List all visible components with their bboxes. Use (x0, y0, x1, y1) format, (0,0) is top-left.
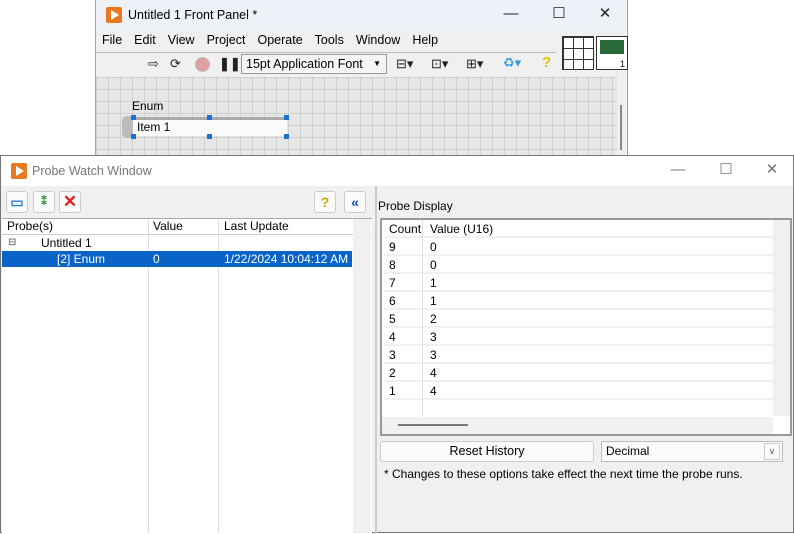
menu-file[interactable]: File (102, 33, 122, 47)
value-cell: 3 (430, 330, 437, 344)
maximize-button[interactable]: ☐ (544, 4, 574, 22)
connector-count: 1 (619, 59, 625, 69)
header-value: Value (U16) (430, 222, 494, 236)
count-cell: 4 (389, 330, 396, 344)
delete-probe-icon[interactable]: ✕ (59, 191, 81, 213)
minimize-button[interactable]: — (663, 161, 693, 178)
probe-watch-window: Probe Watch Window — ☐ ✕ ▭ ⁑ ✕ ? « Probe… (0, 155, 794, 534)
tree-scrollbar[interactable] (353, 219, 371, 533)
tree-row-selected[interactable]: [2] Enum 0 1/22/2024 10:04:12 AM (2, 251, 352, 267)
options-note: * Changes to these options take effect t… (384, 467, 743, 481)
title-bar: Probe Watch Window — ☐ ✕ (1, 156, 793, 186)
menu-window[interactable]: Window (356, 33, 400, 47)
header-count: Count (389, 222, 422, 236)
value-cell: 1 (430, 276, 437, 290)
value-cell: 0 (430, 240, 437, 254)
probe-last-update: 1/22/2024 10:04:12 AM (224, 252, 349, 266)
history-row: 14 (384, 382, 774, 400)
count-cell: 6 (389, 294, 396, 308)
count-cell: 3 (389, 348, 396, 362)
history-row: 24 (384, 364, 774, 382)
maximize-button[interactable]: ☐ (711, 160, 741, 178)
value-cell: 4 (430, 384, 437, 398)
font-select[interactable]: 15pt Application Font ▼ (241, 54, 387, 74)
count-cell: 7 (389, 276, 396, 290)
reset-history-label: Reset History (449, 444, 525, 458)
menu-view[interactable]: View (168, 33, 195, 47)
chevron-down-icon[interactable]: ∨ (764, 443, 780, 460)
collapse-panel-icon[interactable]: « (344, 191, 366, 213)
menu-tools[interactable]: Tools (315, 33, 344, 47)
menu-operate[interactable]: Operate (257, 33, 302, 47)
history-row: 52 (384, 310, 774, 328)
help-icon[interactable]: ? (542, 54, 551, 71)
format-value: Decimal (606, 444, 650, 458)
front-panel-window: Untitled 1 Front Panel * — ☐ ✕ File Edit V… (95, 0, 628, 156)
tree-row[interactable]: ⊟ Untitled 1 (2, 235, 352, 251)
horizontal-scrollbar[interactable] (382, 417, 773, 434)
history-row: 43 (384, 328, 774, 346)
open-probe-icon[interactable]: ⁑ (33, 191, 55, 213)
header-probes[interactable]: Probe(s) (7, 219, 53, 234)
minimize-button[interactable]: — (496, 5, 526, 22)
font-select-value: 15pt Application Font (246, 57, 363, 71)
distribute-objects-icon[interactable]: ⊡▾ (431, 56, 448, 72)
vi-icon[interactable]: 1 (596, 36, 628, 70)
history-row: 61 (384, 292, 774, 310)
vi-name: Untitled 1 (41, 236, 92, 250)
count-cell: 8 (389, 258, 396, 272)
menu-project[interactable]: Project (207, 33, 246, 47)
history-row: 80 (384, 256, 774, 274)
vertical-scrollbar[interactable] (773, 220, 790, 416)
value-cell: 1 (430, 294, 437, 308)
reorder-icon[interactable]: ♻▾ (503, 55, 521, 71)
history-row: 33 (384, 346, 774, 364)
labview-logo-icon (106, 7, 122, 23)
history-row: 71 (384, 274, 774, 292)
value-cell: 0 (430, 258, 437, 272)
close-button[interactable]: ✕ (757, 160, 787, 178)
window-title: Probe Watch Window (32, 164, 152, 178)
probe-value: 0 (153, 252, 160, 266)
menu-bar: File Edit View Project Operate Tools Window Hel… (102, 33, 450, 47)
resize-objects-icon[interactable]: ⊞▾ (466, 56, 483, 72)
header-last-update[interactable]: Last Update (224, 219, 289, 234)
enum-label: Enum (132, 99, 164, 113)
probe-history-table[interactable]: Count Value (U16) 908071615243332414 (380, 218, 792, 436)
help-icon[interactable]: ? (314, 191, 336, 213)
title-bar: Untitled 1 Front Panel * — ☐ ✕ (96, 0, 627, 30)
enum-value: Item 1 (137, 120, 171, 134)
front-panel-canvas[interactable]: Enum Item 1 (96, 77, 617, 155)
chevron-down-icon: ▼ (373, 59, 381, 68)
run-icon[interactable]: ⇨ (148, 56, 159, 72)
count-cell: 5 (389, 312, 396, 326)
labview-logo-icon (11, 163, 27, 179)
abort-icon[interactable] (195, 57, 210, 72)
probe-tree[interactable]: Probe(s) Value Last Update ⊟ Untitled 1 … (2, 218, 372, 533)
probe-name: [2] Enum (57, 252, 106, 266)
tree-header: Probe(s) Value Last Update (2, 219, 372, 235)
probe-display-label: Probe Display (378, 199, 453, 213)
value-cell: 4 (430, 366, 437, 380)
count-cell: 2 (389, 366, 396, 380)
vertical-scrollbar[interactable] (620, 105, 622, 150)
collapse-icon[interactable]: ⊟ (8, 235, 16, 251)
connector-pane-icon[interactable] (562, 36, 594, 70)
header-value[interactable]: Value (153, 219, 183, 234)
align-objects-icon[interactable]: ⊟▾ (396, 56, 413, 72)
window-title: Untitled 1 Front Panel * (128, 8, 258, 22)
reset-history-button[interactable]: Reset History (380, 441, 594, 462)
count-cell: 1 (389, 384, 396, 398)
menu-help[interactable]: Help (412, 33, 438, 47)
menu-edit[interactable]: Edit (134, 33, 156, 47)
close-button[interactable]: ✕ (590, 4, 620, 22)
history-row: 90 (384, 238, 774, 256)
format-select[interactable]: Decimal ∨ (601, 441, 783, 462)
count-cell: 9 (389, 240, 396, 254)
pause-icon[interactable]: ❚❚ (219, 56, 241, 72)
value-cell: 3 (430, 348, 437, 362)
value-cell: 2 (430, 312, 437, 326)
run-continuously-icon[interactable]: ⟳ (170, 56, 181, 72)
new-probe-window-icon[interactable]: ▭ (6, 191, 28, 213)
